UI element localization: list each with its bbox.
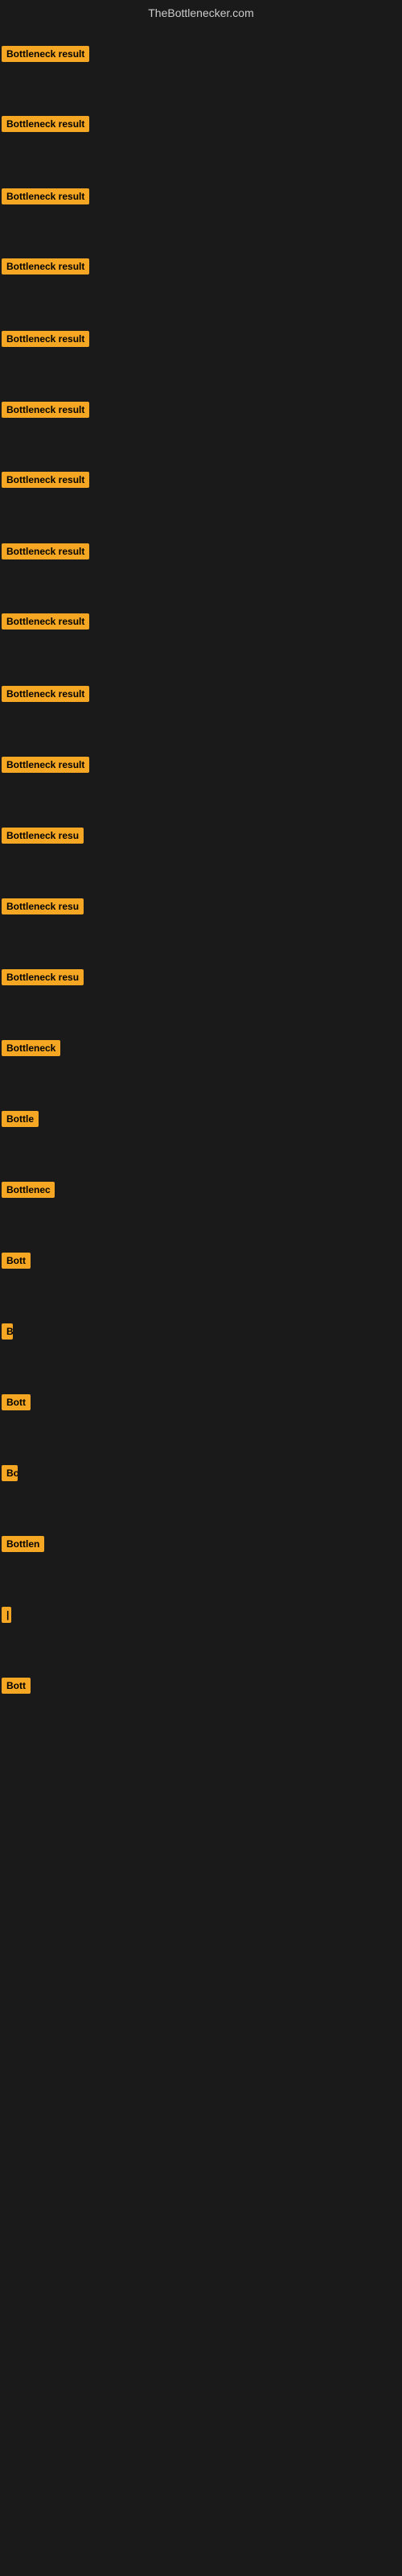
bottleneck-badge-row: Bottleneck result [2, 331, 89, 351]
bottleneck-badge-row: Bottlenec [2, 1182, 55, 1202]
bottleneck-badge-row: Bott [2, 1678, 31, 1698]
bottleneck-badge-row: Bottleneck [2, 1040, 60, 1060]
bottleneck-badge-row: Bottle [2, 1111, 39, 1131]
bottleneck-badge[interactable]: Bottleneck result [2, 46, 89, 62]
bottleneck-badge[interactable]: Bottlen [2, 1536, 44, 1552]
bottleneck-badge[interactable]: Bott [2, 1678, 31, 1694]
bottleneck-badge-row: Bottleneck result [2, 472, 89, 492]
bottleneck-badge-row: Bottlen [2, 1536, 44, 1556]
bottleneck-badge[interactable]: Bottlenec [2, 1182, 55, 1198]
bottleneck-badge[interactable]: Bottle [2, 1111, 39, 1127]
bottleneck-badge[interactable]: Bottleneck result [2, 116, 89, 132]
bottleneck-badge-row: Bottleneck result [2, 116, 89, 136]
bottleneck-badge-row: Bottleneck result [2, 402, 89, 422]
bottleneck-badge-row: Bott [2, 1394, 31, 1414]
bottleneck-badge-row: Bottleneck resu [2, 969, 84, 989]
bottleneck-badge[interactable]: B [2, 1323, 13, 1340]
bottleneck-badge[interactable]: Bottleneck result [2, 686, 89, 702]
bottleneck-badge[interactable]: Bottleneck resu [2, 969, 84, 985]
bottleneck-badge-row: B [2, 1323, 13, 1344]
bottleneck-badge-row: Bottleneck result [2, 46, 89, 66]
bottleneck-badge-row: Bottleneck resu [2, 898, 84, 919]
bottleneck-badge[interactable]: Bottleneck result [2, 258, 89, 275]
bottleneck-badge-row: Bottleneck result [2, 757, 89, 777]
bottleneck-badge[interactable]: Bottleneck result [2, 402, 89, 418]
bottleneck-badge[interactable]: Bottleneck result [2, 188, 89, 204]
bottleneck-badge-row: Bottleneck result [2, 258, 89, 279]
bottleneck-badge[interactable]: Bottleneck [2, 1040, 60, 1056]
bottleneck-badge[interactable]: | [2, 1607, 11, 1623]
bottleneck-badge-row: Bottleneck resu [2, 828, 84, 848]
site-title: TheBottlenecker.com [0, 0, 402, 26]
bottleneck-badge[interactable]: Bottleneck result [2, 331, 89, 347]
bottleneck-badge[interactable]: Bottleneck resu [2, 898, 84, 914]
bottleneck-badge[interactable]: Bottleneck result [2, 757, 89, 773]
bottleneck-badge[interactable]: Bott [2, 1253, 31, 1269]
bottleneck-badge-row: Bottleneck result [2, 613, 89, 634]
bottleneck-badge-row: | [2, 1607, 11, 1627]
bottleneck-badge-row: Bottleneck result [2, 686, 89, 706]
bottleneck-badge[interactable]: Bott [2, 1394, 31, 1410]
bottleneck-badge[interactable]: Bo [2, 1465, 18, 1481]
bottleneck-badge[interactable]: Bottleneck result [2, 613, 89, 630]
bottleneck-badge[interactable]: Bottleneck result [2, 543, 89, 559]
bottleneck-badge-row: Bottleneck result [2, 543, 89, 564]
bottleneck-badge-row: Bottleneck result [2, 188, 89, 208]
bottleneck-badge[interactable]: Bottleneck result [2, 472, 89, 488]
bottleneck-badge[interactable]: Bottleneck resu [2, 828, 84, 844]
bottleneck-badge-row: Bott [2, 1253, 31, 1273]
bottleneck-badge-row: Bo [2, 1465, 18, 1485]
